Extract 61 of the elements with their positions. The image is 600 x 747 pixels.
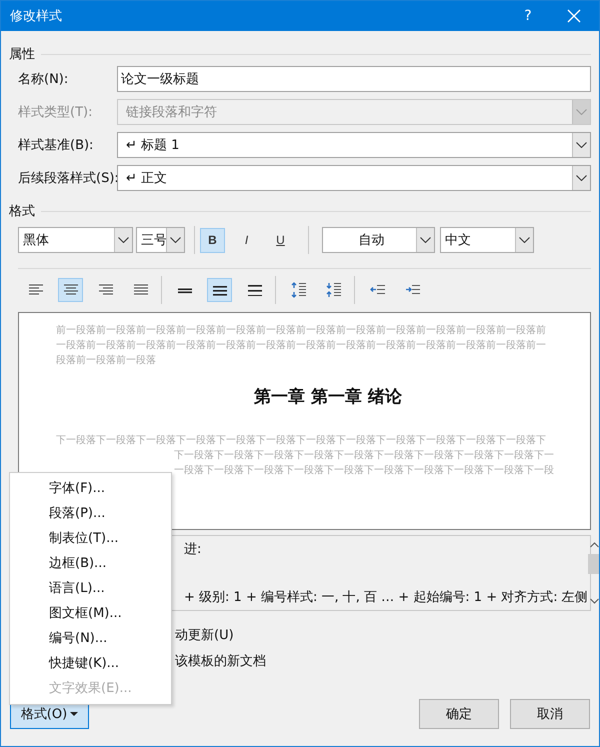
dropdown-field[interactable]: ↵ 标题 1 [117, 132, 591, 158]
align-right-icon [96, 284, 114, 296]
menu-item[interactable]: 制表位(T)... [10, 526, 171, 551]
font-dropdown[interactable]: 黑体 [18, 227, 133, 253]
description-text: 进: [184, 541, 202, 558]
chevron-down-icon [420, 237, 431, 243]
align-left-icon [26, 284, 44, 296]
section-heading: 属性 [9, 46, 35, 63]
bold-button[interactable]: B [200, 228, 225, 252]
input-field[interactable]: 论文一级标题 [117, 66, 591, 92]
field-label: 名称(N): [17, 71, 70, 88]
preview-heading: 第一章 第一章 绪论 [253, 386, 403, 408]
outdent-icon [370, 284, 386, 296]
paragraph-spacing-icon [290, 282, 306, 298]
chevron-down-icon [590, 598, 599, 604]
help-button[interactable]: ? [505, 1, 551, 31]
chevron-down-icon [576, 142, 587, 148]
line-spacing-icon [212, 284, 228, 296]
chevron-down-icon [118, 237, 129, 243]
preview-text-line: 下一段落下一段落下一段落下一段落下一段落下一段落下一段落下一段落下一段落下一 [173, 448, 555, 463]
section-heading: 格式 [9, 203, 35, 220]
menu-item[interactable]: 图文框(M)... [10, 601, 171, 626]
language-dropdown[interactable]: 中文 [440, 227, 534, 253]
chevron-down-icon [519, 237, 530, 243]
caret-icon [70, 712, 78, 716]
line-spacing-icon [246, 284, 262, 296]
ok-button[interactable]: 确定 [419, 699, 499, 729]
dropdown-field[interactable]: ↵ 正文 [117, 165, 591, 191]
color-dropdown[interactable]: 自动 [322, 227, 435, 253]
preview-text-line: 一段落前一段落前一段落前一段落前一段落前一段落前一段落前一段落前一段落前一段落前一段落前一段落前一 [56, 338, 547, 353]
chevron-down-icon [576, 175, 587, 181]
field-label: 后续段落样式(S): [17, 170, 117, 187]
preview-text-line: 段落前一段落前一段落 [56, 354, 157, 368]
menu-item[interactable]: 字体(F)... [10, 476, 171, 501]
chevron-down-icon [170, 237, 181, 243]
indent-icon [404, 284, 420, 296]
window-title: 修改样式 [10, 8, 63, 25]
option-label: 该模板的新文档 [175, 653, 267, 671]
field-label: 样式基准(B): [17, 137, 94, 154]
preview-text-line: 前一段落前一段落前一段落前一段落前一段落前一段落前一段落前一段落前一段落前一段落前一段落前一段落前 [56, 324, 547, 338]
preview-text-line: 下一段落下一段落下一段落下一段落下一段落下一段落下一段落下一段落下一段落下一段落下一段落下一段落下 [56, 434, 547, 448]
chevron-down-icon [576, 109, 587, 115]
align-justify-icon [132, 284, 150, 296]
description-text: + 级别: 1 + 编号样式: 一, 十, 百 … + 起始编号: 1 + 对齐方式: 左侧 [184, 589, 588, 606]
underline-button[interactable]: U [268, 228, 293, 252]
cancel-button[interactable]: 取消 [510, 699, 590, 729]
menu-item[interactable]: 编号(N)... [10, 626, 171, 651]
italic-button[interactable]: I [234, 228, 259, 252]
preview-text-line: 一段落下一段落下一段落下一段落下一段落下一段落下一段落下一段落下一段落下一段 [173, 464, 555, 478]
align-center-button[interactable] [58, 278, 83, 302]
menu-item[interactable]: 段落(P)... [10, 501, 171, 526]
paragraph-spacing-icon [326, 282, 342, 298]
option-label: 动更新(U) [175, 627, 235, 645]
line-spacing-button[interactable] [207, 278, 232, 302]
menu-item[interactable]: 语言(L)... [10, 576, 171, 601]
field-label: 样式类型(T): [17, 104, 94, 121]
menu-item[interactable]: 快捷键(K)... [10, 651, 171, 676]
align-center-icon [62, 284, 80, 296]
chevron-up-icon [590, 542, 599, 548]
menu-item[interactable]: 边框(B)... [10, 551, 171, 576]
close-icon [567, 9, 581, 23]
